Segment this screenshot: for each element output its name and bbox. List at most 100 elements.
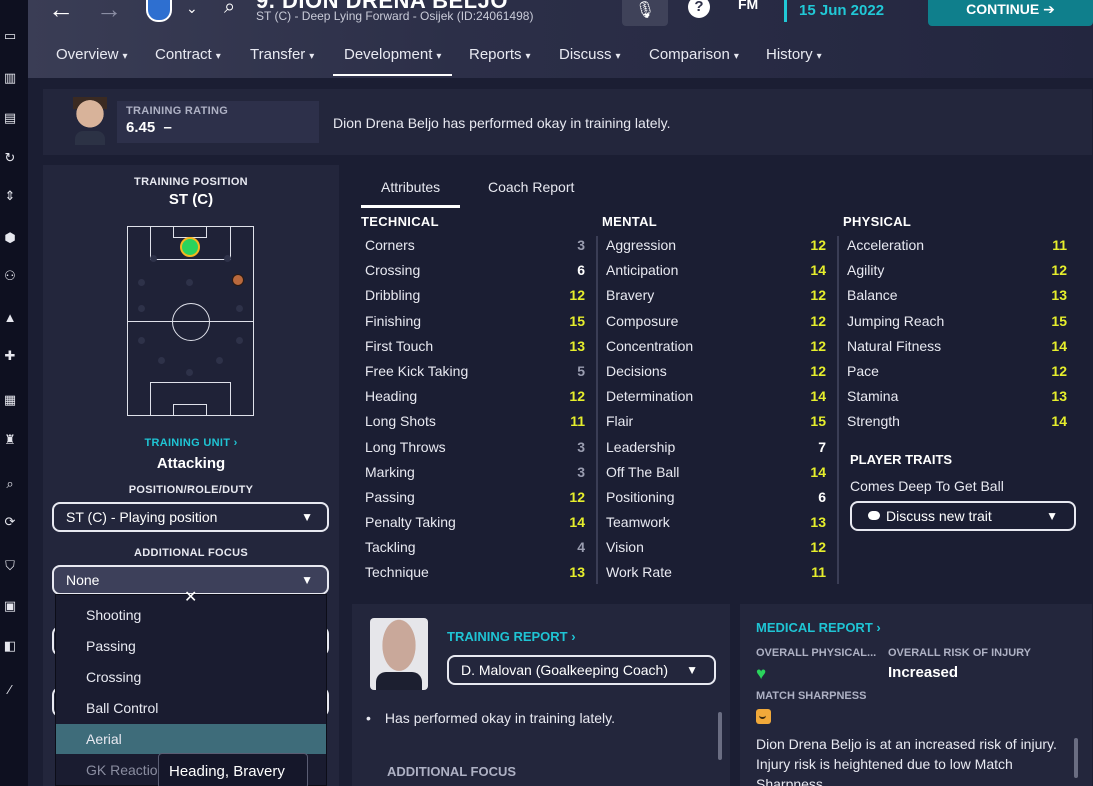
position-role-select[interactable]: ST (C) - Playing position ▼ (52, 502, 329, 532)
attribute-row[interactable]: Bravery 12 (602, 283, 832, 308)
club-icon[interactable]: ⛉ (2, 558, 18, 574)
attribute-row[interactable]: Anticipation 14 (602, 258, 832, 283)
position-slot[interactable] (224, 255, 231, 262)
tab-comparison[interactable]: Comparison ▾ (649, 46, 739, 63)
attribute-row[interactable]: Long Shots 11 (361, 409, 591, 434)
tab-reports[interactable]: Reports ▾ (469, 46, 531, 63)
attribute-row[interactable]: Acceleration 11 (843, 233, 1073, 258)
medical-report-link[interactable]: MEDICAL REPORT › (756, 620, 881, 635)
position-slot[interactable] (216, 357, 223, 364)
position-slot[interactable] (138, 279, 145, 286)
clipboard-icon[interactable]: ▤ (2, 110, 18, 126)
calendar-icon[interactable]: ▦ (2, 392, 18, 408)
attribute-name: Penalty Taking (365, 514, 456, 531)
attribute-row[interactable]: Free Kick Taking 5 (361, 359, 591, 384)
search-icon[interactable]: ⌕ (224, 0, 235, 19)
attribute-row[interactable]: Vision 12 (602, 535, 832, 560)
attribute-row[interactable]: Positioning 6 (602, 485, 832, 510)
attribute-row[interactable]: Strength 14 (843, 409, 1073, 434)
position-slot[interactable] (236, 305, 243, 312)
discuss-trait-button[interactable]: Discuss new trait ▼ (850, 501, 1076, 531)
report-scrollbar[interactable] (718, 712, 722, 760)
attribute-row[interactable]: First Touch 13 (361, 334, 591, 359)
secondary-position-marker[interactable] (232, 274, 244, 286)
continue-button[interactable]: CONTINUE ➔ (928, 0, 1093, 26)
stats-icon[interactable]: ∕ (2, 682, 18, 698)
attribute-row[interactable]: Natural Fitness 14 (843, 334, 1073, 359)
medical-icon[interactable]: ✚ (2, 348, 18, 364)
chevron-down-icon[interactable]: ⌄ (186, 0, 198, 17)
inbox-icon[interactable]: ▭ (2, 28, 18, 44)
trophy-icon[interactable]: ♜ (2, 432, 18, 448)
position-slot[interactable] (186, 369, 193, 376)
tab-overview[interactable]: Overview ▾ (56, 46, 128, 63)
microphone-icon[interactable]: 🎙 (622, 0, 668, 26)
position-slot[interactable] (186, 279, 193, 286)
attribute-row[interactable]: Flair 15 (602, 409, 832, 434)
back-arrow-icon[interactable]: ← (48, 0, 74, 25)
dropdown-option[interactable]: Ball Control (56, 693, 326, 723)
attribute-row[interactable]: Teamwork 13 (602, 510, 832, 535)
training-unit-link[interactable]: TRAINING UNIT › (43, 437, 339, 449)
attribute-row[interactable]: Technique 13 (361, 560, 591, 585)
attribute-row[interactable]: Decisions 12 (602, 359, 832, 384)
attribute-row[interactable]: Work Rate 11 (602, 560, 832, 585)
attribute-row[interactable]: Finishing 15 (361, 309, 591, 334)
attribute-row[interactable]: Tackling 4 (361, 535, 591, 560)
scouting-icon[interactable]: ⌕ (2, 476, 18, 492)
attribute-row[interactable]: Corners 3 (361, 233, 591, 258)
finance-icon[interactable]: ▣ (2, 598, 18, 614)
attribute-row[interactable]: Dribbling 12 (361, 283, 591, 308)
attribute-row[interactable]: Composure 12 (602, 309, 832, 334)
attribute-row[interactable]: Pace 12 (843, 359, 1073, 384)
dropdown-option[interactable]: Crossing (56, 662, 326, 692)
tab-development[interactable]: Development ▾ (332, 46, 453, 76)
dropdown-option[interactable]: Shooting (56, 600, 326, 630)
position-slot[interactable] (138, 305, 145, 312)
pitch-diagram[interactable] (127, 226, 254, 416)
people-icon[interactable]: ⚇ (2, 268, 18, 284)
attribute-row[interactable]: Leadership 7 (602, 435, 832, 460)
attribute-row[interactable]: Off The Ball 14 (602, 460, 832, 485)
dev-centre-icon[interactable]: ◧ (2, 638, 18, 654)
tab-contract[interactable]: Contract ▾ (155, 46, 221, 63)
tab-coach-report[interactable]: Coach Report (488, 179, 574, 195)
transfers-icon[interactable]: ⟳ (2, 514, 18, 530)
fm-logo[interactable]: FM (738, 0, 758, 12)
staff-icon[interactable]: ↻ (2, 150, 18, 166)
tab-transfer[interactable]: Transfer ▾ (250, 46, 314, 63)
attribute-row[interactable]: Long Throws 3 (361, 435, 591, 460)
squad-icon[interactable]: ▥ (2, 70, 18, 86)
coach-select[interactable]: D. Malovan (Goalkeeping Coach) ▼ (447, 655, 716, 685)
attribute-row[interactable]: Jumping Reach 15 (843, 309, 1073, 334)
attribute-row[interactable]: Determination 14 (602, 384, 832, 409)
cone-icon[interactable]: ▲ (2, 310, 18, 326)
attribute-row[interactable]: Balance 13 (843, 283, 1073, 308)
position-slot[interactable] (150, 255, 157, 262)
training-report-link[interactable]: TRAINING REPORT › (447, 629, 576, 644)
position-slot[interactable] (138, 337, 145, 344)
attribute-row[interactable]: Stamina 13 (843, 384, 1073, 409)
ball-icon[interactable]: ⬢ (2, 230, 18, 246)
attribute-row[interactable]: Aggression 12 (602, 233, 832, 258)
training-icon[interactable]: ⇕ (2, 188, 18, 204)
tab-discuss[interactable]: Discuss ▾ (559, 46, 621, 63)
medical-scrollbar[interactable] (1074, 738, 1078, 778)
attribute-row[interactable]: Agility 12 (843, 258, 1073, 283)
help-icon[interactable]: ? (688, 0, 710, 18)
attribute-row[interactable]: Crossing 6 (361, 258, 591, 283)
attribute-row[interactable]: Concentration 12 (602, 334, 832, 359)
attribute-row[interactable]: Heading 12 (361, 384, 591, 409)
natural-position-marker[interactable] (180, 237, 200, 257)
dropdown-option-selected[interactable]: Aerial (56, 724, 326, 754)
attribute-row[interactable]: Marking 3 (361, 460, 591, 485)
tab-attributes[interactable]: Attributes (360, 179, 461, 208)
dropdown-option[interactable]: Passing (56, 631, 326, 661)
club-badge[interactable] (146, 0, 172, 22)
position-slot[interactable] (236, 337, 243, 344)
position-slot[interactable] (158, 357, 165, 364)
attribute-row[interactable]: Passing 12 (361, 485, 591, 510)
tab-history[interactable]: History ▾ (766, 46, 822, 63)
attribute-row[interactable]: Penalty Taking 14 (361, 510, 591, 535)
forward-arrow-icon[interactable]: → (96, 0, 122, 25)
